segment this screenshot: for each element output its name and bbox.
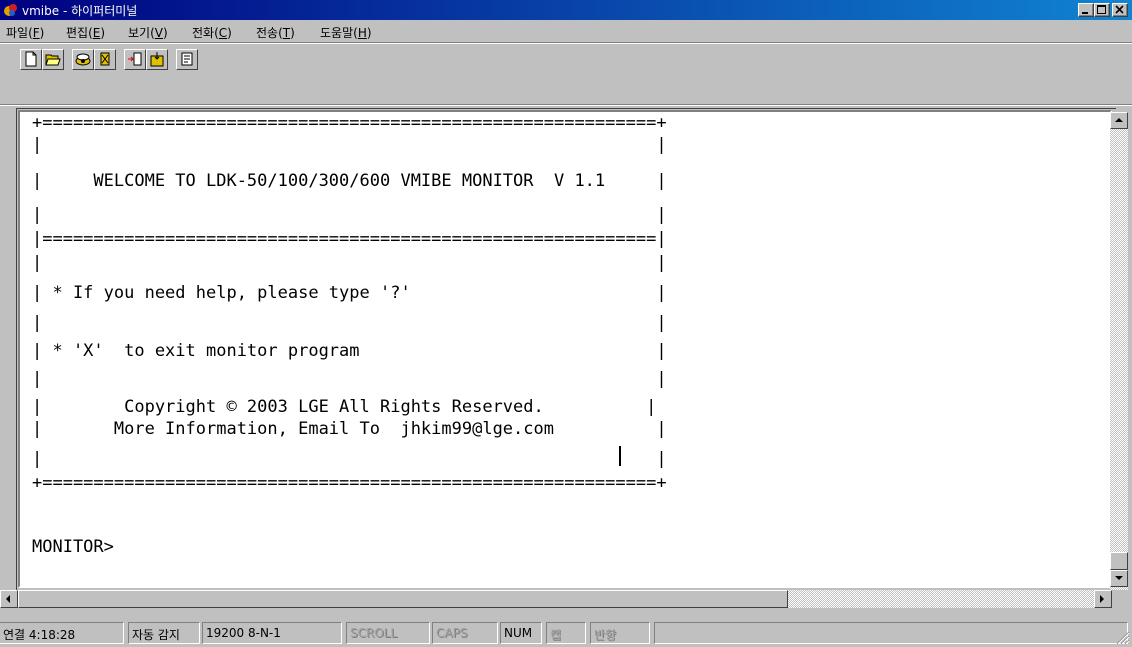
status-echo: 반향: [590, 622, 650, 644]
menu-bar: 파일(F) 편집(E) 보기(V) 전화(C) 전송(T) 도움말(H): [0, 20, 1132, 42]
terminal-line: | WELCOME TO LDK-50/100/300/600 VMIBE MO…: [32, 171, 667, 191]
terminal-line: | More Information, Email To jhkim99@lge…: [32, 419, 667, 439]
status-detect: 자동 감지: [128, 622, 200, 644]
open-folder-icon: [45, 54, 61, 66]
terminal-line: | * 'X' to exit monitor program |: [32, 341, 667, 361]
terminal-line: | |: [32, 449, 667, 469]
terminal-line: | |: [32, 135, 667, 155]
terminal-line: |=======================================…: [32, 229, 667, 249]
status-empty-panel: [654, 622, 1128, 644]
status-scroll: SCROLL: [346, 622, 430, 644]
disconnect-icon: [100, 52, 110, 66]
terminal-line: | |: [32, 313, 667, 333]
minimize-button[interactable]: [1078, 3, 1094, 17]
close-button[interactable]: [1112, 3, 1128, 17]
disconnect-button[interactable]: [94, 49, 116, 70]
scroll-down-button[interactable]: [1110, 570, 1128, 587]
menu-help[interactable]: 도움말(H): [320, 24, 372, 41]
arrow-down-icon: [1115, 576, 1123, 580]
new-file-icon: [25, 51, 37, 67]
maximize-button[interactable]: [1094, 3, 1110, 17]
terminal-line: | |: [32, 369, 667, 389]
horizontal-scrollbar[interactable]: [0, 590, 1112, 608]
hyperterminal-icon: [4, 4, 17, 16]
resize-grip-icon[interactable]: [1116, 631, 1130, 645]
send-button[interactable]: [124, 49, 146, 70]
window-title: vmibe - 하이퍼터미널: [22, 4, 138, 18]
menu-view[interactable]: 보기(V): [128, 24, 168, 41]
toolbar-separator: [0, 104, 1132, 106]
hyperterminal-window: vmibe - 하이퍼터미널 파일(F) 편집(E) 보기(V) 전화(C) 전…: [0, 0, 1132, 647]
scroll-thumb[interactable]: [1110, 552, 1128, 570]
status-bar: 연결 4:18:28 자동 감지 19200 8-N-1 SCROLL CAPS…: [0, 620, 1132, 647]
status-connection-time: 연결 4:18:28: [0, 622, 124, 644]
new-connection-button[interactable]: [20, 49, 42, 70]
scroll-right-button[interactable]: [1094, 590, 1112, 608]
terminal-line: | |: [32, 205, 667, 225]
terminal-line: +=======================================…: [32, 473, 667, 493]
horizontal-scroll-thumb[interactable]: [18, 590, 788, 608]
dial-icon: [75, 53, 91, 66]
scroll-up-button[interactable]: [1110, 112, 1128, 129]
status-num: NUM: [500, 622, 542, 644]
arrow-left-icon: [6, 595, 10, 603]
terminal-line: | * If you need help, please type '?' |: [32, 283, 667, 303]
minimize-icon: [1082, 12, 1088, 14]
arrow-right-icon: [1100, 595, 1104, 603]
receive-file-icon: [150, 52, 164, 67]
menu-transfer[interactable]: 전송(T): [256, 24, 295, 41]
open-button[interactable]: [42, 49, 64, 70]
scroll-left-button[interactable]: [0, 590, 18, 608]
arrow-up-icon: [1115, 118, 1123, 122]
send-file-icon: [128, 52, 142, 66]
terminal-line: | |: [32, 253, 667, 273]
terminal-line: +=======================================…: [32, 113, 667, 133]
status-port-settings: 19200 8-N-1: [202, 622, 342, 644]
menu-edit[interactable]: 편집(E): [66, 24, 105, 41]
vertical-scrollbar[interactable]: [1110, 112, 1128, 590]
receive-button[interactable]: [146, 49, 168, 70]
properties-icon: [181, 52, 193, 66]
terminal-prompt: MONITOR>: [32, 537, 114, 557]
terminal-screen[interactable]: +=======================================…: [20, 112, 1110, 570]
text-cursor: [619, 446, 621, 466]
toolbar: [0, 44, 1132, 74]
dial-button[interactable]: [72, 49, 94, 70]
menu-file[interactable]: 파일(F): [6, 24, 44, 41]
menu-call[interactable]: 전화(C): [192, 24, 232, 41]
terminal-line: | Copyright © 2003 LGE All Rights Reserv…: [32, 397, 657, 417]
status-capture: 캡: [546, 622, 586, 644]
title-bar[interactable]: vmibe - 하이퍼터미널: [0, 0, 1132, 20]
status-caps: CAPS: [432, 622, 498, 644]
close-icon: [1115, 5, 1124, 14]
maximize-icon: [1097, 5, 1106, 14]
properties-button[interactable]: [176, 49, 198, 70]
